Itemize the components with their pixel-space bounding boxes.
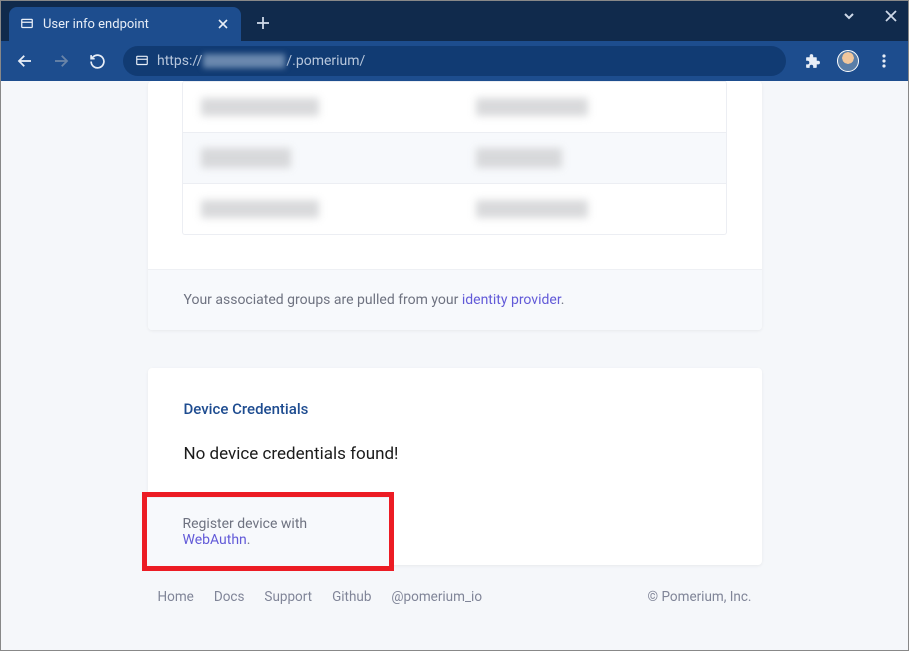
redacted-cell: [476, 148, 562, 168]
groups-card-footer: Your associated groups are pulled from y…: [148, 269, 762, 330]
highlight-annotation: Register device with WebAuthn.: [142, 492, 394, 571]
redacted-cell: [476, 200, 588, 218]
back-button[interactable]: [9, 45, 41, 77]
new-tab-button[interactable]: [249, 9, 277, 37]
device-credentials-card: Device Credentials No device credentials…: [148, 368, 762, 565]
redacted-cell: [201, 98, 319, 116]
groups-footer-text-post: .: [561, 292, 565, 308]
url-suffix: /.pomerium/: [286, 53, 365, 69]
groups-card: Your associated groups are pulled from y…: [148, 81, 762, 330]
footer-link-github[interactable]: Github: [332, 589, 371, 605]
table-row: [183, 183, 726, 234]
forward-button[interactable]: [45, 45, 77, 77]
redacted-cell: [476, 98, 588, 116]
page-viewport[interactable]: Your associated groups are pulled from y…: [1, 81, 908, 650]
groups-table: [182, 81, 727, 235]
tab-favicon: [19, 16, 35, 32]
reload-button[interactable]: [81, 45, 113, 77]
url-redacted-host: [203, 54, 285, 68]
address-bar[interactable]: https:// /.pomerium/: [123, 46, 786, 76]
device-card-footer: Register device with WebAuthn.: [147, 497, 389, 566]
footer-links: Home Docs Support Github @pomerium_io: [158, 589, 483, 605]
site-info-icon[interactable]: [135, 54, 149, 68]
no-credentials-message: No device credentials found!: [184, 444, 726, 464]
page-footer: Home Docs Support Github @pomerium_io © …: [148, 589, 762, 605]
register-device-text-post: .: [247, 532, 251, 548]
url-text: https:// /.pomerium/: [157, 53, 365, 69]
webauthn-link[interactable]: WebAuthn: [183, 532, 247, 548]
avatar: [837, 50, 859, 72]
menu-button[interactable]: [868, 45, 900, 77]
url-prefix: https://: [157, 53, 202, 69]
footer-link-home[interactable]: Home: [158, 589, 194, 605]
table-row: [183, 132, 726, 183]
browser-titlebar: User info endpoint: [1, 1, 908, 41]
window-close-button[interactable]: [880, 5, 902, 27]
groups-footer-text: Your associated groups are pulled from y…: [184, 292, 462, 308]
tabs-dropdown-button[interactable]: [838, 5, 860, 27]
footer-link-twitter[interactable]: @pomerium_io: [391, 589, 482, 605]
device-credentials-title: Device Credentials: [184, 400, 726, 418]
window-controls: [838, 5, 902, 27]
tab-close-button[interactable]: [215, 16, 231, 32]
tab-title: User info endpoint: [43, 17, 207, 32]
register-device-text: Register device with: [183, 516, 308, 532]
footer-copyright: © Pomerium, Inc.: [648, 589, 752, 605]
extensions-button[interactable]: [796, 45, 828, 77]
browser-tab[interactable]: User info endpoint: [9, 7, 241, 41]
table-row: [183, 81, 726, 132]
footer-link-docs[interactable]: Docs: [214, 589, 245, 605]
identity-provider-link[interactable]: identity provider: [462, 292, 561, 308]
profile-button[interactable]: [832, 45, 864, 77]
footer-link-support[interactable]: Support: [264, 589, 312, 605]
redacted-cell: [201, 148, 291, 168]
browser-toolbar: https:// /.pomerium/: [1, 41, 908, 81]
redacted-cell: [201, 200, 319, 218]
